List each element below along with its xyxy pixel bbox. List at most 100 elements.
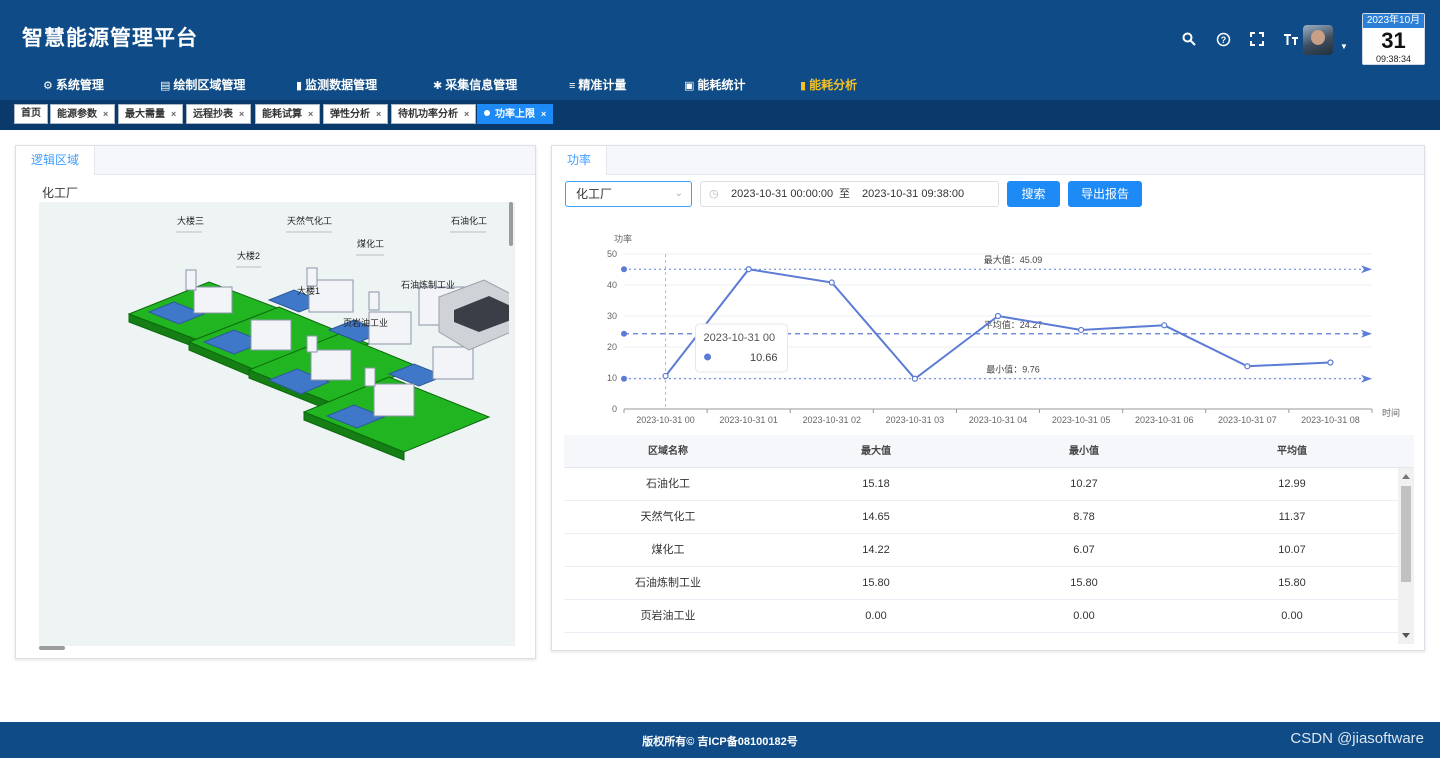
close-icon[interactable]: × xyxy=(376,109,381,119)
tab-standby-power[interactable]: 待机功率分析 × xyxy=(391,104,477,124)
table-row[interactable]: 石油化工 15.18 10.27 12.99 xyxy=(564,468,1398,501)
map-label-petrochemical: 石油化工 xyxy=(451,215,487,226)
tab-home[interactable]: 首页 xyxy=(14,104,48,124)
table-row[interactable]: 煤化工 14.22 6.07 10.07 xyxy=(564,534,1398,567)
close-icon[interactable]: × xyxy=(541,109,546,119)
nav-item-statistics[interactable]: ▣ 能耗统计 xyxy=(684,74,745,96)
gear-icon: ⚙ xyxy=(43,80,53,92)
table-cell: 煤化工 xyxy=(651,544,685,556)
nav-item-monitor-data[interactable]: ▮ 监测数据管理 xyxy=(296,74,377,96)
table-scrollbar[interactable] xyxy=(1398,468,1414,644)
table-cell: 15.80 xyxy=(1070,577,1098,589)
map-vertical-scrollbar[interactable] xyxy=(509,202,515,646)
data-point[interactable] xyxy=(745,266,752,273)
nav-item-metering[interactable]: ≡ 精准计量 xyxy=(569,74,626,96)
tab-power-limit[interactable]: 功率上限 × xyxy=(477,104,554,124)
map-label-building1: 大楼1 xyxy=(297,285,320,296)
table-row[interactable]: 石油炼制工业 15.80 15.80 15.80 xyxy=(564,567,1398,600)
close-icon[interactable]: × xyxy=(103,109,108,119)
table-cell: 0.00 xyxy=(865,610,887,622)
help-icon[interactable]: ? xyxy=(1214,30,1232,48)
export-report-button[interactable]: 导出报告 xyxy=(1068,181,1142,207)
mark-line-label: 最小值：9.76 xyxy=(986,364,1040,375)
plant-map[interactable]: 大楼三 天然气化工 石油化工 煤化工 大楼2 石油炼制工业 大楼1 页岩油工业 xyxy=(39,202,511,646)
tooltip-value: 10.66 xyxy=(750,352,778,364)
font-size-icon[interactable] xyxy=(1282,30,1300,48)
chevron-down-icon[interactable]: ▼ xyxy=(1340,42,1348,51)
nav-item-collect-info[interactable]: ✱ 采集信息管理 xyxy=(433,74,517,96)
column-header[interactable]: 最大值 xyxy=(772,435,980,468)
calendar-month: 2023年10月 xyxy=(1363,14,1424,28)
tab-logic-area[interactable]: 逻辑区域 xyxy=(16,146,96,175)
x-tick-label: 2023-10-31 06 xyxy=(1135,415,1194,425)
scroll-down-icon[interactable] xyxy=(1402,633,1410,638)
tooltip-title: 2023-10-31 00 xyxy=(704,332,776,344)
start-date-input[interactable]: 2023-10-31 00:00:00 xyxy=(731,182,833,206)
x-tick-label: 2023-10-31 04 xyxy=(969,415,1028,425)
data-point[interactable] xyxy=(994,312,1002,320)
mark-line-arrow-icon xyxy=(1361,265,1372,274)
data-point[interactable] xyxy=(828,279,835,286)
fullscreen-icon[interactable] xyxy=(1248,30,1266,48)
bar-chart-icon: ▮ xyxy=(296,80,303,92)
end-date-input[interactable]: 2023-10-31 09:38:00 xyxy=(862,182,964,206)
document-icon: ▤ xyxy=(160,80,171,92)
data-point[interactable] xyxy=(911,375,918,382)
table-header: 区域名称 最大值 最小值 平均值 xyxy=(564,435,1414,468)
x-tick-label: 2023-10-31 02 xyxy=(802,415,861,425)
data-point[interactable] xyxy=(1161,322,1168,329)
brand-title: 智慧能源管理平台 xyxy=(22,27,198,50)
column-header[interactable]: 区域名称 xyxy=(564,435,772,468)
map-label-coal: 煤化工 xyxy=(357,238,384,249)
area-select[interactable]: 化工厂 ⌄ xyxy=(565,181,692,207)
table-cell: 14.65 xyxy=(862,511,890,523)
table-cell: 天然气化工 xyxy=(640,511,696,523)
search-icon[interactable] xyxy=(1180,30,1198,48)
map-horizontal-scrollbar[interactable] xyxy=(39,646,65,650)
table-cell: 6.07 xyxy=(1073,544,1095,556)
table-row[interactable]: 天然气化工 14.65 8.78 11.37 xyxy=(564,501,1398,534)
chevron-down-icon: ⌄ xyxy=(674,188,683,199)
scrollbar-thumb[interactable] xyxy=(509,202,513,246)
close-icon[interactable]: × xyxy=(171,109,176,119)
user-avatar[interactable] xyxy=(1303,25,1333,55)
tab-max-demand[interactable]: 最大需量 × xyxy=(118,104,184,124)
column-header[interactable]: 最小值 xyxy=(980,435,1188,468)
mark-line-start xyxy=(621,266,627,273)
scroll-up-icon[interactable] xyxy=(1402,474,1410,479)
nav-item-analysis[interactable]: ▮ 能耗分析 xyxy=(800,74,857,96)
data-point[interactable] xyxy=(1078,326,1085,334)
page-tabs: 首页 能源参数 × 最大需量 × 远程抄表 × 能耗试算 × 弹性分析 × 待机功率分析 ×… xyxy=(0,100,1440,130)
data-point[interactable] xyxy=(1327,359,1334,366)
main-nav: ⚙ 系统管理 ▤ 绘制区域管理 ▮ 监测数据管理 ✱ 采集信息管理 ≡ 精准计量 ▣ 能耗统… xyxy=(0,74,1440,96)
power-line-chart[interactable]: 0 10 20 30 40 50 功率时间 2023-10-31 00 2023-10-31 0… xyxy=(552,226,1424,426)
data-point[interactable] xyxy=(662,372,669,380)
x-tick-label: 2023-10-31 05 xyxy=(1052,415,1111,425)
scrollbar-thumb[interactable] xyxy=(1401,486,1411,582)
nav-item-system[interactable]: ⚙ 系统管理 xyxy=(43,74,104,96)
table-cell: 0.00 xyxy=(1073,610,1095,622)
tab-elastic-analysis[interactable]: 弹性分析 × xyxy=(323,104,389,124)
close-icon[interactable]: × xyxy=(239,109,244,119)
tab-energy-params[interactable]: 能源参数 × xyxy=(50,104,116,124)
x-tick-label: 2023-10-31 01 xyxy=(719,415,778,425)
list-icon: ≡ xyxy=(569,80,576,92)
data-point[interactable] xyxy=(1244,363,1251,370)
close-icon[interactable]: × xyxy=(308,109,313,119)
tab-power[interactable]: 功率 xyxy=(552,146,608,175)
close-icon[interactable]: × xyxy=(464,109,469,119)
x-tick-label: 2023-10-31 03 xyxy=(886,415,945,425)
x-tick-label: 2023-10-31 08 xyxy=(1301,415,1360,425)
date-widget: 2023年10月 31 09:38:34 xyxy=(1362,13,1425,65)
column-header[interactable]: 平均值 xyxy=(1188,435,1396,468)
table-cell: 11.37 xyxy=(1278,511,1306,523)
date-range-picker[interactable]: ◷ 2023-10-31 00:00:00 至 2023-10-31 09:38… xyxy=(700,181,999,207)
search-button[interactable]: 搜索 xyxy=(1007,181,1060,207)
table-cell: 石油炼制工业 xyxy=(635,577,701,589)
table-row[interactable]: 页岩油工业 0.00 0.00 0.00 xyxy=(564,600,1398,633)
tab-energy-trial[interactable]: 能耗试算 × xyxy=(255,104,321,124)
tab-remote-reading[interactable]: 远程抄表 × xyxy=(186,104,252,124)
nav-item-draw-area[interactable]: ▤ 绘制区域管理 xyxy=(160,74,245,96)
y-tick-label: 0 xyxy=(612,404,617,414)
clock-icon: ◷ xyxy=(709,188,719,200)
